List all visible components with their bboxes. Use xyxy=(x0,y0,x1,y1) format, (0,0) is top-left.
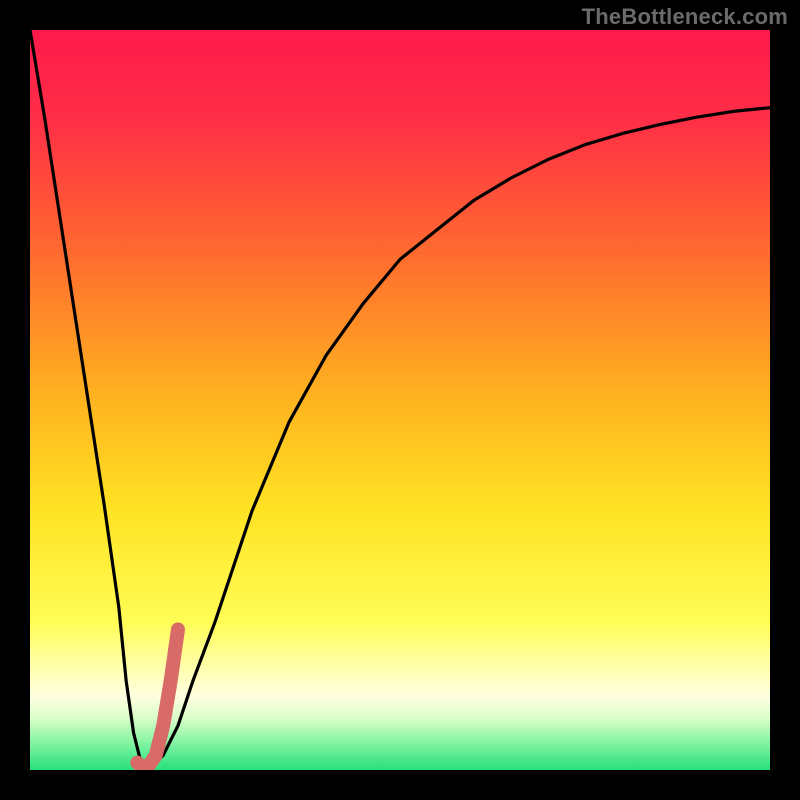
curve-layer xyxy=(30,30,770,770)
accent-segment xyxy=(137,629,178,766)
attribution-label: TheBottleneck.com xyxy=(582,4,788,30)
plot-area xyxy=(30,30,770,770)
chart-frame: TheBottleneck.com xyxy=(0,0,800,800)
bottleneck-curve xyxy=(30,30,770,770)
